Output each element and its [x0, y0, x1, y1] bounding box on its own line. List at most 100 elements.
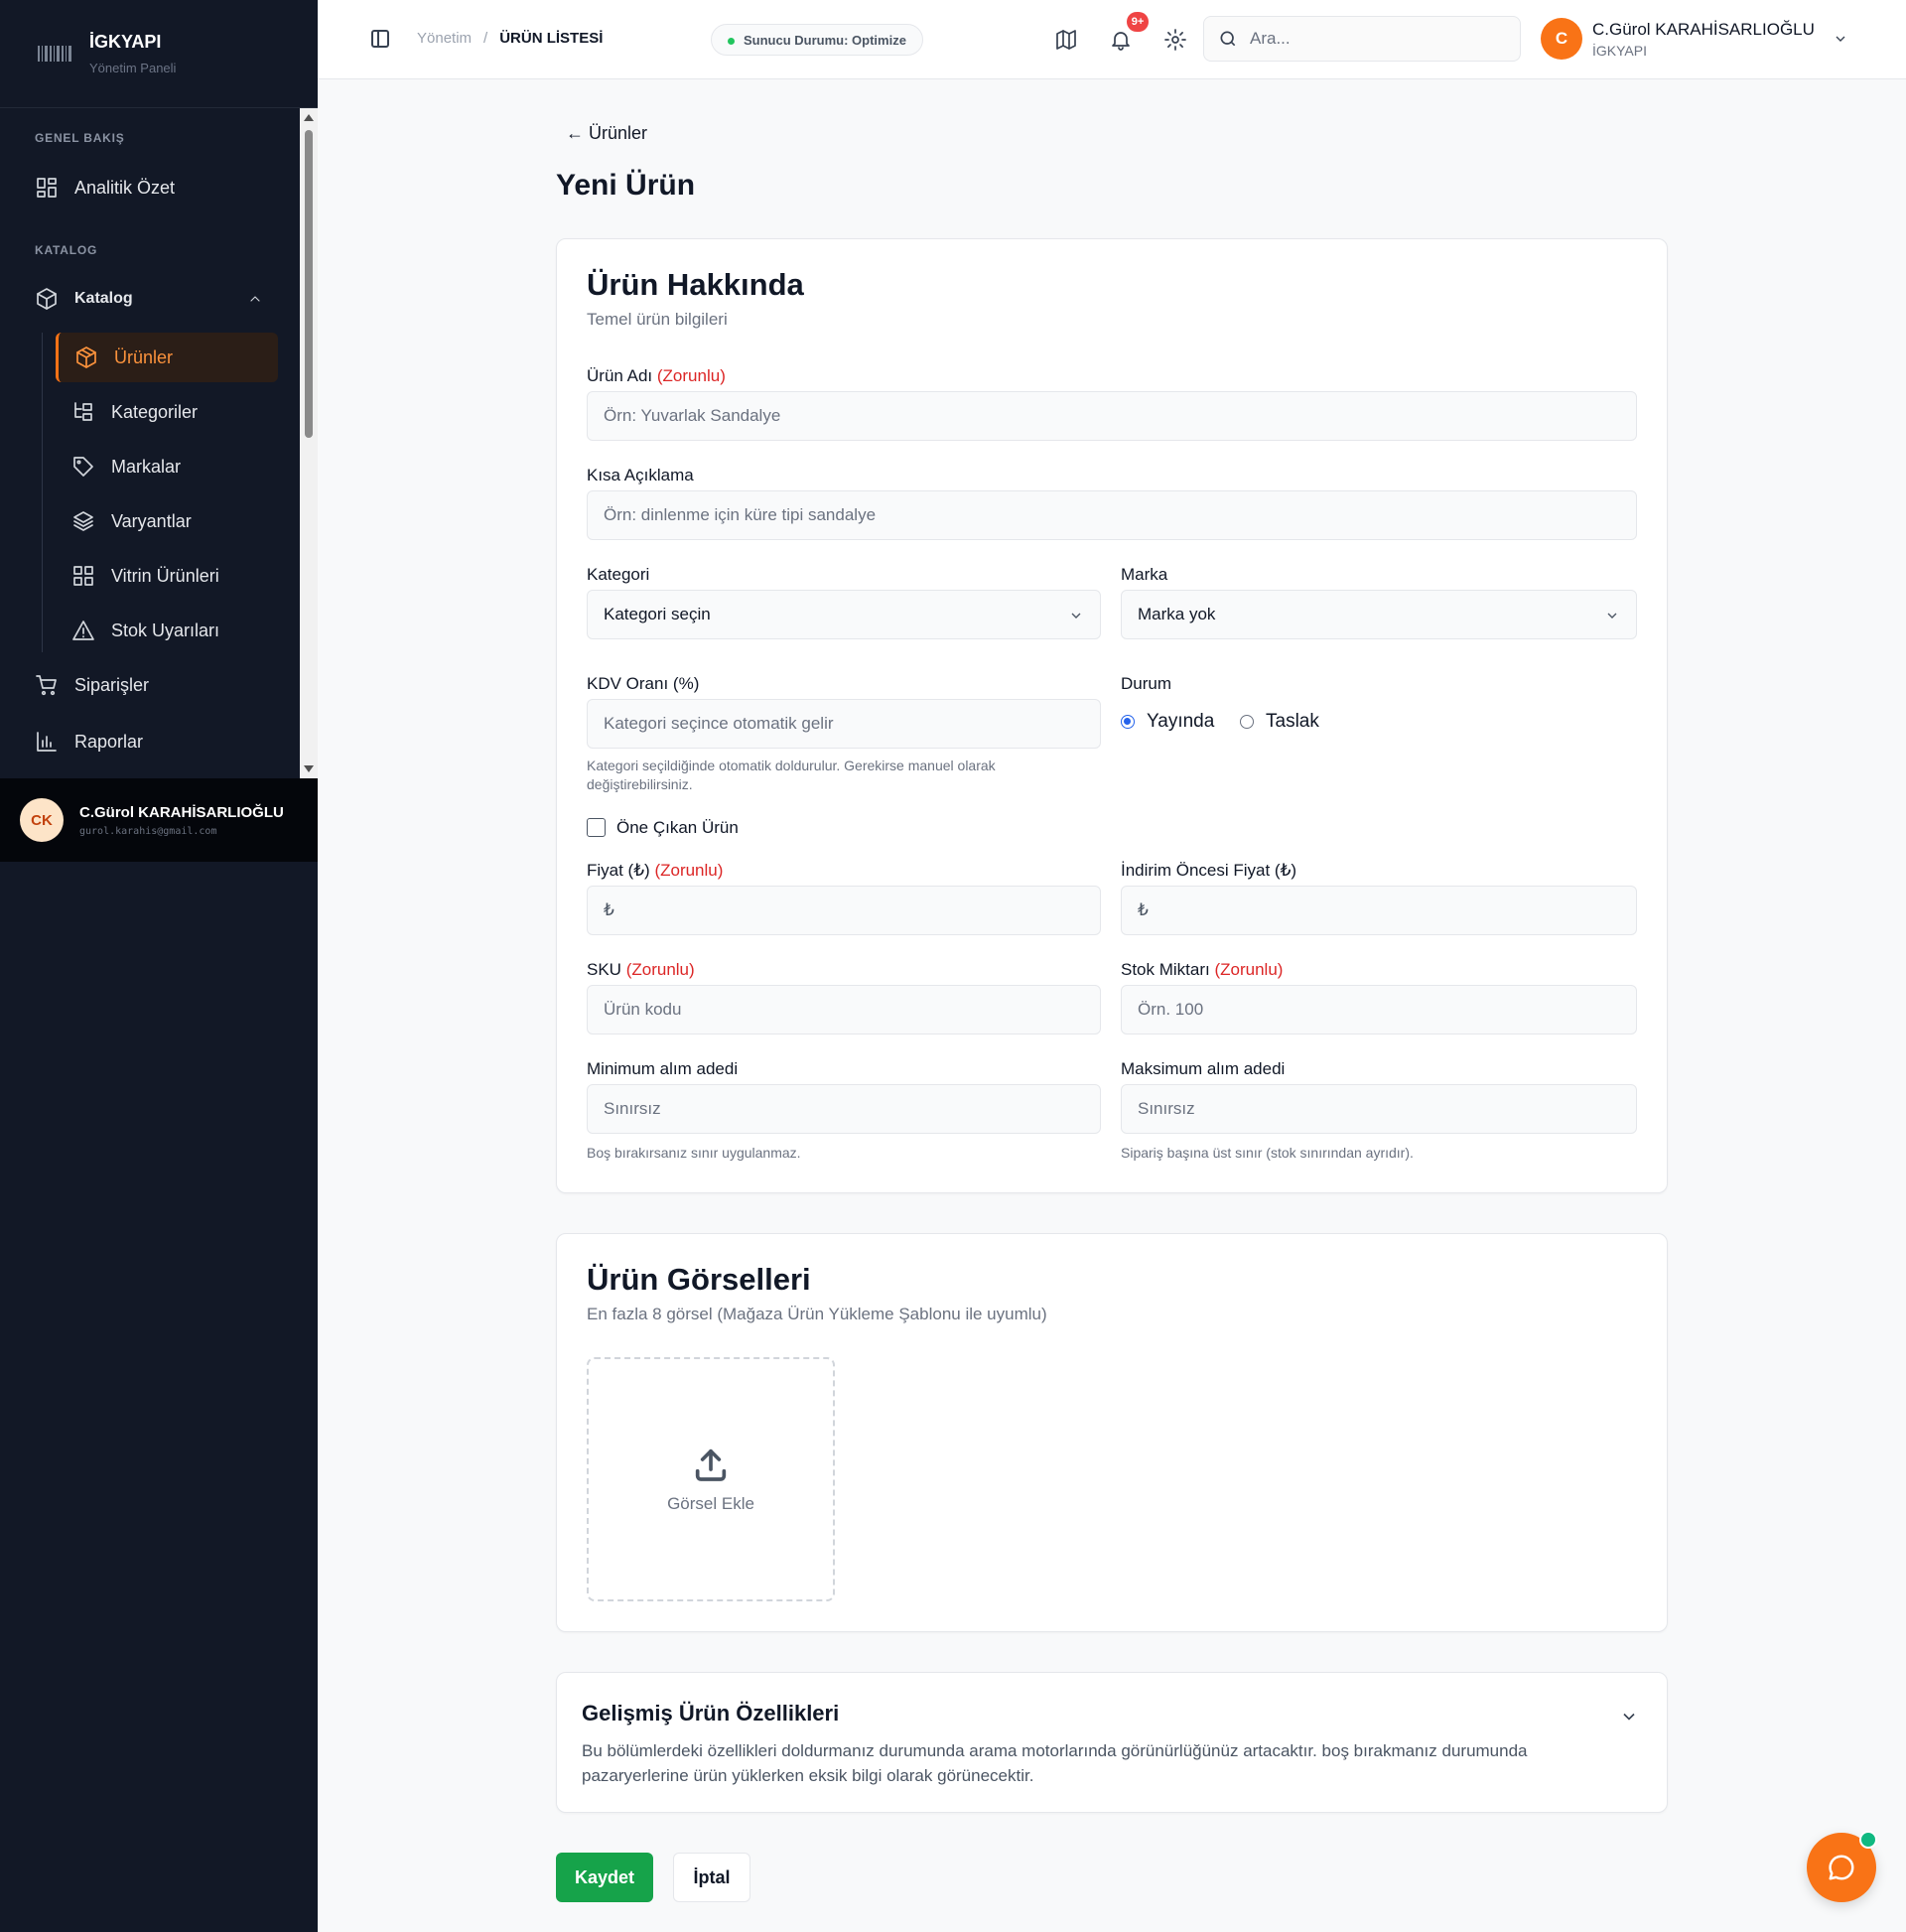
lira-prefix: ₺ [1138, 900, 1149, 919]
status-label: Durum [1121, 674, 1172, 693]
max-quantity-input[interactable] [1138, 1099, 1636, 1119]
section-catalog-heading: KATALOG [35, 243, 98, 257]
header-user-org: İGKYAPI [1592, 42, 1647, 59]
sku-field[interactable] [587, 985, 1101, 1035]
category-select[interactable]: Kategori seçin [587, 590, 1101, 639]
sidebar-user-card[interactable]: CK C.Gürol KARAHİSARLIOĞLU gurol.karahis… [0, 778, 318, 862]
card-subtitle: En fazla 8 görsel (Mağaza Ürün Yükleme Ş… [587, 1305, 1047, 1323]
sidebar-item-label: Kategoriler [111, 401, 199, 422]
breadcrumb-root[interactable]: Yönetim [417, 30, 472, 47]
brand[interactable]: İGKYAPI Yönetim Paneli [0, 0, 318, 108]
layers-icon [73, 511, 93, 531]
map-button[interactable] [1054, 28, 1078, 52]
online-status-dot [1859, 1831, 1877, 1849]
status-radio-draft[interactable]: Taslak [1240, 711, 1319, 733]
product-name-input[interactable] [604, 406, 1636, 426]
page-title: Yeni Ürün [556, 169, 696, 202]
old-price-field[interactable]: ₺ [1121, 886, 1637, 935]
sidebar-item-reports[interactable]: Raporlar [35, 730, 143, 754]
server-status-badge: Sunucu Durumu: Optimize [711, 24, 923, 56]
brand-subtitle: Yönetim Paneli [89, 61, 177, 75]
sidebar-item-products[interactable]: Ürünler [56, 333, 278, 382]
grid-icon [73, 566, 93, 586]
lira-prefix: ₺ [604, 900, 614, 919]
brand-name: İGKYAPI [89, 32, 162, 52]
scroll-up-arrow-icon[interactable] [304, 114, 314, 121]
sidebar-nav[interactable]: GENEL BAKIŞ Analitik Özet KATALOG Katalo… [0, 108, 318, 778]
chevron-down-icon [1604, 608, 1620, 623]
card-title: Ürün Görselleri [587, 1262, 811, 1297]
top-header: Yönetim / ÜRÜN LİSTESİ Sunucu Durumu: Op… [318, 0, 1906, 79]
sidebar-item-label: Siparişler [74, 674, 150, 695]
cancel-button[interactable]: İptal [673, 1853, 750, 1902]
back-to-products-link[interactable]: ← Ürünler [566, 123, 647, 144]
chevron-down-icon [1833, 31, 1848, 47]
product-images-card: Ürün Görselleri En fazla 8 görsel (Mağaz… [556, 1233, 1668, 1632]
sidebar-item-catalog[interactable]: Katalog [35, 287, 263, 311]
advanced-properties-card[interactable]: Gelişmiş Ürün Özellikleri Bu bölümlerdek… [556, 1672, 1668, 1813]
short-description-input[interactable] [604, 505, 1636, 525]
radio-button[interactable] [1121, 715, 1135, 729]
price-field[interactable]: ₺ [587, 886, 1101, 935]
max-quantity-field[interactable] [1121, 1084, 1637, 1134]
vat-rate-input[interactable] [604, 714, 1100, 734]
header-user-menu[interactable]: C C.Gürol KARAHİSARLIOĞLU İGKYAPI [1541, 18, 1848, 60]
scroll-thumb[interactable] [305, 130, 313, 438]
sidebar-item-showcase[interactable]: Vitrin Ürünleri [56, 551, 278, 601]
sidebar-item-brands[interactable]: Markalar [56, 442, 278, 491]
status-radio-published[interactable]: Yayında [1121, 711, 1214, 733]
chevron-down-icon[interactable] [1619, 1707, 1639, 1726]
warning-icon [72, 621, 94, 640]
box-icon [76, 346, 96, 368]
sidebar-item-orders[interactable]: Siparişler [35, 673, 149, 697]
search-input[interactable] [1250, 29, 1508, 49]
short-description-label: Kısa Açıklama [587, 466, 694, 484]
min-quantity-label: Minimum alım adedi [587, 1059, 739, 1078]
advanced-properties-title: Gelişmiş Ürün Özellikleri [582, 1701, 840, 1725]
product-info-card: Ürün Hakkında Temel ürün bilgileri Ürün … [556, 238, 1668, 1193]
stock-field[interactable] [1121, 985, 1637, 1035]
radio-button[interactable] [1240, 715, 1254, 729]
sidebar-item-stock-alerts[interactable]: Stok Uyarıları [56, 606, 278, 655]
save-button[interactable]: Kaydet [556, 1853, 653, 1902]
vat-rate-label: KDV Oranı (%) [587, 674, 700, 693]
vat-rate-field[interactable] [587, 699, 1101, 749]
brand-select-value: Marka yok [1138, 605, 1216, 623]
sidebar-item-label: Raporlar [74, 731, 144, 752]
breadcrumb-separator: / [483, 30, 488, 47]
breadcrumb: Yönetim / ÜRÜN LİSTESİ [417, 30, 603, 47]
max-quantity-label: Maksimum alım adedi [1121, 1059, 1286, 1078]
sidebar-user-name: C.Gürol KARAHİSARLIOĞLU [79, 803, 284, 821]
featured-product-label[interactable]: Öne Çıkan Ürün [616, 818, 739, 838]
short-description-field[interactable] [587, 490, 1637, 540]
sidebar-item-categories[interactable]: Kategoriler [56, 387, 278, 437]
chevron-down-icon [1068, 608, 1084, 623]
add-image-dropzone[interactable]: Görsel Ekle [587, 1357, 835, 1601]
min-quantity-field[interactable] [587, 1084, 1101, 1134]
sidebar-item-label: Katalog [74, 290, 133, 307]
radio-label: Yayında [1147, 711, 1215, 732]
old-price-input[interactable] [1154, 900, 1636, 920]
price-label: Fiyat (₺) (Zorunlu) [587, 861, 724, 880]
sidebar-item-analytics[interactable]: Analitik Özet [35, 176, 175, 200]
category-label: Kategori [587, 565, 650, 584]
brand-select[interactable]: Marka yok [1121, 590, 1637, 639]
sku-input[interactable] [604, 1000, 1100, 1020]
featured-product-checkbox[interactable] [587, 818, 606, 837]
sidebar-item-label: Vitrin Ürünleri [111, 565, 219, 586]
sidebar-toggle-icon[interactable] [371, 30, 389, 48]
notifications-button[interactable] [1109, 28, 1133, 52]
sidebar-scrollbar[interactable] [300, 108, 318, 778]
bell-icon [1112, 32, 1130, 51]
product-name-field[interactable] [587, 391, 1637, 441]
search-box[interactable] [1203, 16, 1521, 62]
upload-icon [695, 1449, 727, 1481]
min-quantity-input[interactable] [604, 1099, 1100, 1119]
category-select-value: Kategori seçin [604, 605, 711, 623]
scroll-down-arrow-icon[interactable] [304, 765, 314, 772]
settings-button[interactable] [1163, 28, 1187, 52]
price-input[interactable] [619, 900, 1100, 920]
product-name-label: Ürün Adı (Zorunlu) [587, 366, 726, 385]
stock-input[interactable] [1138, 1000, 1636, 1020]
sidebar-item-variants[interactable]: Varyantlar [56, 496, 278, 546]
